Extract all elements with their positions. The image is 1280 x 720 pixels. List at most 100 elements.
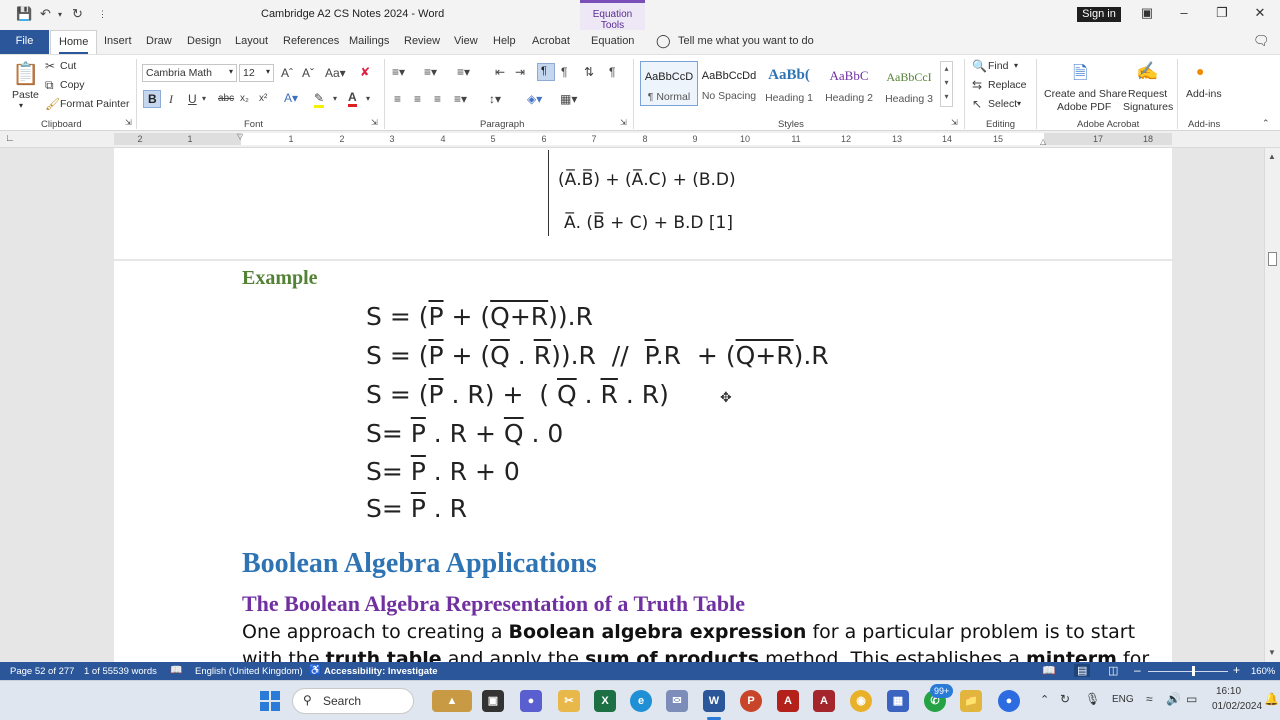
tab-selector-icon[interactable]: ∟ <box>5 133 15 144</box>
word-icon[interactable]: W <box>703 690 725 712</box>
vertical-scrollbar[interactable]: ▲ ▼ <box>1264 148 1280 662</box>
show-formatting-marks-icon[interactable]: ¶ <box>609 65 615 79</box>
equation-line-6[interactable]: S= P . R <box>366 494 467 523</box>
page-previous[interactable]: (A̅.B̅) + (A̅.C) + (B.D) A̅. (B̅ + C) + … <box>114 148 1172 259</box>
tab-mailings[interactable]: Mailings <box>349 35 389 47</box>
font-size-combo[interactable]: 12 ▾ <box>239 64 274 82</box>
style-heading-2[interactable]: AaBbC Heading 2 <box>820 61 878 106</box>
chrome-icon[interactable]: ◉ <box>850 690 872 712</box>
text-effects-icon[interactable]: A▾ <box>284 91 298 105</box>
grow-font-icon[interactable]: Aˆ <box>281 66 293 80</box>
chevron-up-icon[interactable]: ⌃ <box>1040 693 1049 706</box>
paste-dropdown-icon[interactable]: ▾ <box>19 101 23 110</box>
edge-icon[interactable]: e <box>630 690 652 712</box>
volume-icon[interactable]: 🔊 <box>1166 692 1181 706</box>
sort-icon[interactable]: ⇅ <box>584 65 594 79</box>
store-icon[interactable]: ▦ <box>887 690 909 712</box>
line-spacing-icon[interactable]: ↕▾ <box>489 92 501 106</box>
font-color-icon[interactable]: A <box>348 90 357 107</box>
highlight-icon[interactable]: ✎ <box>314 91 325 108</box>
sign-in-button[interactable]: Sign in <box>1077 7 1121 22</box>
justify-icon[interactable]: ≡▾ <box>454 92 467 106</box>
zoom-in-icon[interactable]: + <box>1233 663 1240 677</box>
equation-line-5[interactable]: S= P . R + 0 <box>366 457 520 486</box>
style-heading-3[interactable]: AaBbCcI Heading 3 <box>880 61 938 106</box>
replace-button[interactable]: Replace <box>988 79 1027 91</box>
addins-button[interactable]: Add-ins <box>1186 88 1222 100</box>
microphone-icon[interactable]: 🎙 <box>1085 692 1100 706</box>
equation-line-4[interactable]: S= P . R + Q . 0 <box>366 419 563 448</box>
bullets-icon[interactable]: ≡▾ <box>392 65 405 79</box>
zoom-app-icon[interactable]: ● <box>998 690 1020 712</box>
tab-acrobat[interactable]: Acrobat <box>532 35 570 47</box>
copy-icon[interactable]: ⧉ <box>45 78 54 93</box>
tab-layout[interactable]: Layout <box>235 35 268 47</box>
sync-icon[interactable]: ↻ <box>1060 692 1070 706</box>
rtl-direction-icon[interactable]: ¶ <box>561 65 567 79</box>
tab-equation[interactable]: Equation <box>591 35 634 47</box>
font-launcher-icon[interactable]: ⇲ <box>371 118 378 127</box>
cut-button[interactable]: Cut <box>60 60 76 72</box>
tab-references[interactable]: References <box>283 35 339 47</box>
numbering-icon[interactable]: ≡▾ <box>424 65 437 79</box>
zoom-level[interactable]: 160% <box>1251 666 1275 677</box>
highlight-dropdown-icon[interactable]: ▾ <box>333 94 337 103</box>
increase-indent-icon[interactable]: ⇥ <box>515 65 525 79</box>
tab-insert[interactable]: Insert <box>104 35 132 47</box>
paragraph-line-2[interactable]: with the truth table and apply the sum o… <box>242 648 1149 662</box>
clock-time[interactable]: 16:10 <box>1216 686 1241 697</box>
undo-dropdown-icon[interactable]: ▾ <box>58 10 62 19</box>
style-no-spacing[interactable]: AaBbCcDd No Spacing <box>700 61 758 106</box>
previous-equation-1[interactable]: (A̅.B̅) + (A̅.C) + (B.D) <box>558 170 736 190</box>
snipping-tool-icon[interactable]: ✂ <box>558 690 580 712</box>
proofing-icon[interactable]: 📖 <box>170 665 182 676</box>
paste-button[interactable]: Paste <box>12 89 39 101</box>
tell-me-search[interactable]: Tell me what you want to do <box>678 35 814 47</box>
paragraph-line-1[interactable]: One approach to creating a Boolean algeb… <box>242 621 1135 643</box>
task-view-icon[interactable]: ▣ <box>482 690 504 712</box>
superscript-icon[interactable]: x² <box>259 93 267 104</box>
powerpoint-icon[interactable]: P <box>740 690 762 712</box>
zoom-out-icon[interactable]: – <box>1134 663 1141 677</box>
multilevel-list-icon[interactable]: ≡▾ <box>457 65 470 79</box>
close-icon[interactable]: ✕ <box>1250 5 1270 21</box>
windows-start-icon[interactable] <box>260 691 280 711</box>
scroll-up-icon[interactable]: ▲ <box>1268 152 1276 161</box>
taskbar-search[interactable]: ⚲ Search <box>292 688 414 714</box>
shading-icon[interactable]: ◈▾ <box>527 92 542 106</box>
find-button[interactable]: Find <box>988 60 1008 72</box>
right-indent-marker[interactable]: △ <box>1040 137 1046 146</box>
widgets-icon[interactable]: ▲ <box>432 690 472 712</box>
tab-review[interactable]: Review <box>404 35 440 47</box>
paste-icon[interactable]: 📋 <box>12 61 39 87</box>
collapse-ribbon-icon[interactable]: ⌃ <box>1262 118 1270 129</box>
comments-icon[interactable]: 🗨 <box>1253 33 1270 49</box>
page-current[interactable]: Example S = (P + (Q+R)).R S = (P + (Q . … <box>114 261 1172 662</box>
page-count[interactable]: Page 52 of 277 <box>10 666 74 677</box>
horizontal-ruler[interactable]: ∟ 2 1 1 2 3 4 5 6 7 8 9 10 11 12 13 14 1… <box>0 131 1280 148</box>
acrobat-icon[interactable]: A <box>777 690 799 712</box>
customize-quick-access-icon[interactable]: ⋮ <box>98 9 107 20</box>
previous-equation-2[interactable]: A̅. (B̅ + C) + B.D [1] <box>564 213 733 233</box>
style-heading-1[interactable]: AaBb( Heading 1 <box>760 61 818 106</box>
format-painter-button[interactable]: Format Painter <box>60 98 129 110</box>
minimize-icon[interactable]: – <box>1174 5 1194 20</box>
zoom-slider-thumb[interactable] <box>1192 666 1195 676</box>
chat-icon[interactable]: ● <box>520 690 542 712</box>
change-case-icon[interactable]: Aa▾ <box>325 66 346 80</box>
subscript-icon[interactable]: x₂ <box>240 93 249 104</box>
decrease-indent-icon[interactable]: ⇤ <box>495 65 505 79</box>
tab-design[interactable]: Design <box>187 35 221 47</box>
bold-button-bg[interactable]: B <box>143 90 161 108</box>
equation-line-1[interactable]: S = (P + (Q+R)).R <box>366 302 593 331</box>
document-canvas[interactable]: (A̅.B̅) + (A̅.C) + (B.D) A̅. (B̅ + C) + … <box>0 148 1264 662</box>
notifications-icon[interactable]: 🔔 <box>1264 692 1279 706</box>
align-right-icon[interactable]: ≡ <box>434 92 441 106</box>
clipboard-launcher-icon[interactable]: ⇲ <box>125 118 132 127</box>
ribbon-display-options-icon[interactable]: ▣ <box>1137 5 1157 21</box>
style-normal[interactable]: AaBbCcD ¶ Normal <box>640 61 698 106</box>
styles-gallery-scroll[interactable]: ▴ ▾ ▾ <box>940 61 953 107</box>
strikethrough-icon[interactable]: abc <box>218 93 234 104</box>
tab-draw[interactable]: Draw <box>146 35 172 47</box>
word-count[interactable]: 1 of 55539 words <box>84 666 157 677</box>
